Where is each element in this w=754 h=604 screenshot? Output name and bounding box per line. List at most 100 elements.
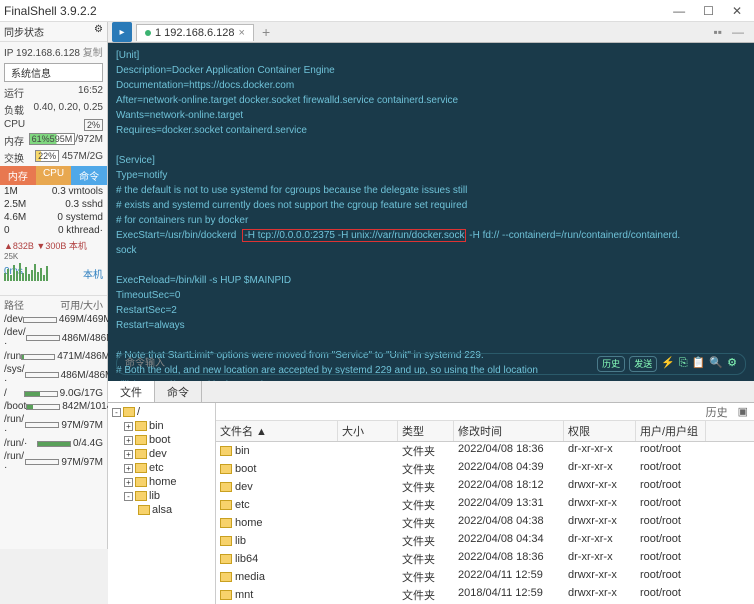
folder-icon [220,536,232,546]
tree-node[interactable]: +etc [110,461,213,475]
menu-icon[interactable]: ▪▪ [713,25,722,39]
col-date[interactable]: 修改时间 [454,421,564,441]
file-row[interactable]: home文件夹2022/04/08 04:38drwxr-xr-xroot/ro… [216,514,754,532]
connection-tab[interactable]: 1 192.168.6.128 × [136,24,254,41]
column-headers[interactable]: 文件名 ▲ 大小 类型 修改时间 权限 用户/用户组 [216,421,754,442]
copy-link[interactable]: 复制 [83,48,103,59]
proc-tabs[interactable]: 内存 CPU 命令 [0,166,107,185]
app-title: FinalShell 3.9.2.2 [4,4,673,18]
send-button[interactable]: 发送 [629,356,657,372]
folder-icon [138,505,150,515]
ip-label: IP 192.168.6.128 [4,48,80,59]
tab-mem[interactable]: 内存 [0,166,36,185]
file-row[interactable]: lib64文件夹2022/04/08 18:36dr-xr-xr-xroot/r… [216,550,754,568]
copy-icon[interactable]: ⎘ [679,356,688,372]
mem-label: 内存 [4,133,24,148]
net-spark: ▲832B ▼300B 本机 25K [0,237,107,265]
tab-cmd[interactable]: 命令 [71,166,107,185]
fs-row: /sys/·486M/486M [0,363,107,387]
tree-node[interactable]: +boot [110,433,213,447]
file-row[interactable]: dev文件夹2022/04/08 18:12drwxr-xr-xroot/roo… [216,478,754,496]
command-input[interactable]: 命令输入 历史 发送 ⚡ ⎘ 📋 🔍 ⚙ [116,353,746,375]
folder-icon [220,464,232,474]
load-value: 0.40, 0.20, 0.25 [33,102,103,117]
file-tabs: 文件 命令 [108,381,754,403]
swap-label: 交换 [4,150,24,165]
fs-hdr-size: 可用/大小 [60,297,103,312]
file-row[interactable]: boot文件夹2022/04/08 04:39dr-xr-xr-xroot/ro… [216,460,754,478]
status-sidebar: 同步状态⚙ IP 192.168.6.128 复制 系统信息 运行16:52 负… [0,22,108,549]
folder-icon [220,518,232,528]
sysinfo-button[interactable]: 系统信息 [4,63,103,82]
col-own[interactable]: 用户/用户组 [636,421,706,441]
tree-node[interactable]: +home [110,475,213,489]
col-perm[interactable]: 权限 [564,421,636,441]
fs-row: /dev469M/469M [0,313,107,326]
fs-row: /dev/·486M/486M [0,326,107,350]
folder-icon [135,449,147,459]
col-name[interactable]: 文件名 ▲ [216,421,338,441]
folder-icon[interactable]: ▸ [112,22,132,42]
folder-icon [220,482,232,492]
file-row[interactable]: bin文件夹2022/04/08 18:36dr-xr-xr-xroot/roo… [216,442,754,460]
connection-tabbar: ▸ 1 192.168.6.128 × + ▪▪ — [108,22,754,43]
col-type[interactable]: 类型 [398,421,454,441]
gear-icon[interactable]: ⚙ [94,24,103,39]
proc-row: 00 kthread· [0,224,107,237]
tab-close-icon[interactable]: × [239,27,245,39]
grid-icon[interactable]: ▣ [738,405,748,418]
terminal[interactable]: [Unit] Description=Docker Application Co… [108,43,754,381]
fs-hdr-path: 路径 [4,297,24,312]
col-size[interactable]: 大小 [338,421,398,441]
file-row[interactable]: mnt文件夹2018/04/11 12:59drwxr-xr-xroot/roo… [216,586,754,604]
settings-icon[interactable]: ⚙ [727,356,737,372]
maximize-button[interactable]: ☐ [703,4,714,18]
fs-row: /9.0G/17G [0,387,107,400]
history-button[interactable]: 历史 [597,356,625,372]
proc-row: 1M0.3 vmtools [0,185,107,198]
tab-cpu[interactable]: CPU [36,166,72,185]
menu-icon[interactable]: — [732,25,744,39]
folder-tree[interactable]: -/ +bin+boot+dev+etc+home-lib alsa [108,403,216,604]
folder-icon [220,500,232,510]
paste-icon[interactable]: 📋 [692,356,706,372]
file-row[interactable]: lib文件夹2022/04/08 04:34dr-xr-xr-xroot/roo… [216,532,754,550]
close-button[interactable]: ✕ [732,4,742,18]
folder-icon [135,477,147,487]
file-row[interactable]: etc文件夹2022/04/09 13:31drwxr-xr-xroot/roo… [216,496,754,514]
search-icon[interactable]: 🔍 [709,356,723,372]
input-placeholder: 命令输入 [125,357,165,371]
fs-row: /run/·0/4.4G [0,437,107,450]
tab-commands[interactable]: 命令 [155,381,202,402]
tab-label: 1 192.168.6.128 [155,27,235,39]
tab-files[interactable]: 文件 [108,381,155,402]
tree-node[interactable]: +dev [110,447,213,461]
folder-icon [123,407,135,417]
minimize-button[interactable]: — [673,4,685,18]
folder-icon [220,590,232,600]
folder-icon [135,491,147,501]
highlighted-text: -H tcp://0.0.0.0:2375 -H unix://var/run/… [242,229,466,242]
mem-bar: 61%595M [29,133,76,145]
tree-node[interactable]: -lib [110,489,213,503]
tree-node[interactable]: +bin [110,419,213,433]
folder-icon [220,572,232,582]
fs-row: /run/·97M/97M [0,413,107,437]
cpu-bar: 2% [84,119,103,131]
proc-row: 2.5M0.3 sshd [0,198,107,211]
run-label: 运行 [4,85,24,100]
status-dot-icon [145,30,151,36]
cpu-label: CPU [4,119,25,131]
file-list: 历史 ▣ 文件名 ▲ 大小 类型 修改时间 权限 用户/用户组 bin文件夹20… [216,403,754,604]
file-row[interactable]: media文件夹2022/04/11 12:59drwxr-xr-xroot/r… [216,568,754,586]
tree-node[interactable]: alsa [110,503,213,517]
swap-bar: 22% [35,150,59,162]
folder-icon [220,554,232,564]
bolt-icon[interactable]: ⚡ [661,356,675,372]
fs-row: /boot842M/1014M [0,400,107,413]
add-tab-button[interactable]: + [254,24,278,40]
run-value: 16:52 [78,85,103,100]
tree-root[interactable]: -/ [110,405,213,419]
history-link[interactable]: 历史 [706,404,728,420]
fs-row: /run/·97M/97M [0,450,107,474]
